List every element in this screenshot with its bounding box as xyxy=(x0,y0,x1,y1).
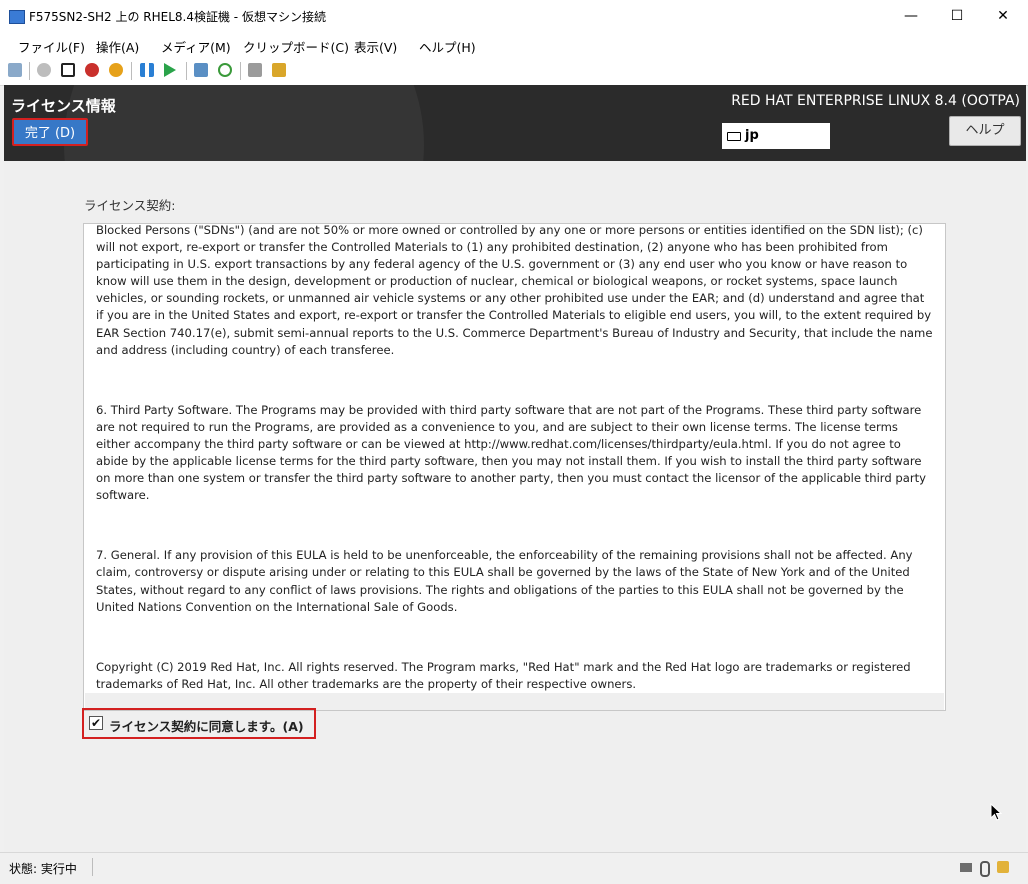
toolbar xyxy=(0,57,1028,86)
status-bar: 状態: 実行中 xyxy=(0,852,1028,884)
vm-connect-app-icon xyxy=(9,10,25,24)
toolbar-separator xyxy=(131,62,132,80)
menu-help[interactable]: ヘルプ(H) xyxy=(419,37,476,56)
license-paragraph: 7. General. If any provision of this EUL… xyxy=(96,548,913,614)
menu-file[interactable]: ファイル(F) xyxy=(18,37,85,56)
pause-icon[interactable] xyxy=(140,63,154,77)
license-paragraph: Blocked Persons ("SDNs") (and are not 50… xyxy=(96,223,933,357)
maximize-button[interactable]: ☐ xyxy=(934,0,980,33)
license-agreement-label: ライセンス契約: xyxy=(84,198,176,213)
toolbar-separator xyxy=(240,62,241,80)
license-text-view[interactable]: Blocked Persons ("SDNs") (and are not 50… xyxy=(83,223,946,711)
status-text: 状態: 実行中 xyxy=(9,862,77,876)
toolbar-separator xyxy=(186,62,187,80)
power-icon[interactable] xyxy=(109,63,123,77)
agree-checkbox-label[interactable]: ライセンス契約に同意します。(A) xyxy=(109,716,304,735)
header-decoration xyxy=(64,85,424,161)
page-title: ライセンス情報 xyxy=(11,97,116,115)
toolbar-separator xyxy=(29,62,30,80)
menu-action[interactable]: 操作(A) xyxy=(96,37,139,56)
shutdown-icon[interactable] xyxy=(85,63,99,77)
menu-clipboard[interactable]: クリップボード(C) xyxy=(243,37,349,56)
agree-checkbox-row[interactable]: ✔ ライセンス契約に同意します。(A) xyxy=(82,708,316,739)
close-button[interactable]: ✕ xyxy=(980,0,1026,33)
checkpoint-icon[interactable] xyxy=(194,63,208,77)
product-title: RED HAT ENTERPRISE LINUX 8.4 (OOTPA) xyxy=(731,93,1020,109)
mouse-status-icon xyxy=(980,861,990,877)
start-icon[interactable] xyxy=(37,63,51,77)
keyboard-layout-label: jp xyxy=(745,128,759,143)
help-button[interactable]: ヘルプ xyxy=(949,116,1021,146)
revert-icon[interactable] xyxy=(218,63,232,77)
menu-media[interactable]: メディア(M) xyxy=(161,37,231,56)
keyboard-layout-indicator[interactable]: jp xyxy=(722,123,830,149)
share-icon[interactable] xyxy=(272,63,286,77)
done-button[interactable]: 完了 (D) xyxy=(12,118,88,146)
resume-icon[interactable] xyxy=(164,63,176,77)
status-separator xyxy=(92,858,93,876)
license-paragraph: 6. Third Party Software. The Programs ma… xyxy=(96,402,927,503)
license-content: ライセンス契約: Blocked Persons ("SDNs") (and a… xyxy=(4,161,1026,852)
turn-off-icon[interactable] xyxy=(61,63,75,77)
menu-bar: ファイル(F) 操作(A) メディア(M) クリップボード(C) 表示(V) ヘ… xyxy=(0,33,1028,57)
lock-icon xyxy=(997,861,1009,873)
keyboard-icon xyxy=(727,132,741,141)
window-title-bar: F575SN2-SH2 上の RHEL8.4検証機 - 仮想マシン接続 — ☐ … xyxy=(0,0,1028,33)
window-title: F575SN2-SH2 上の RHEL8.4検証機 - 仮想マシン接続 xyxy=(29,10,326,24)
menu-view[interactable]: 表示(V) xyxy=(354,37,397,56)
mouse-cursor-icon xyxy=(990,803,1002,821)
license-paragraph: Copyright (C) 2019 Red Hat, Inc. All rig… xyxy=(96,659,911,691)
keyboard-status-icon xyxy=(960,863,972,872)
agree-checkbox[interactable]: ✔ xyxy=(89,716,103,730)
minimize-button[interactable]: — xyxy=(888,0,934,33)
ctrl-alt-del-icon[interactable] xyxy=(8,63,22,77)
enhanced-session-icon[interactable] xyxy=(248,63,262,77)
spoke-header: ライセンス情報 完了 (D) RED HAT ENTERPRISE LINUX … xyxy=(4,85,1026,161)
